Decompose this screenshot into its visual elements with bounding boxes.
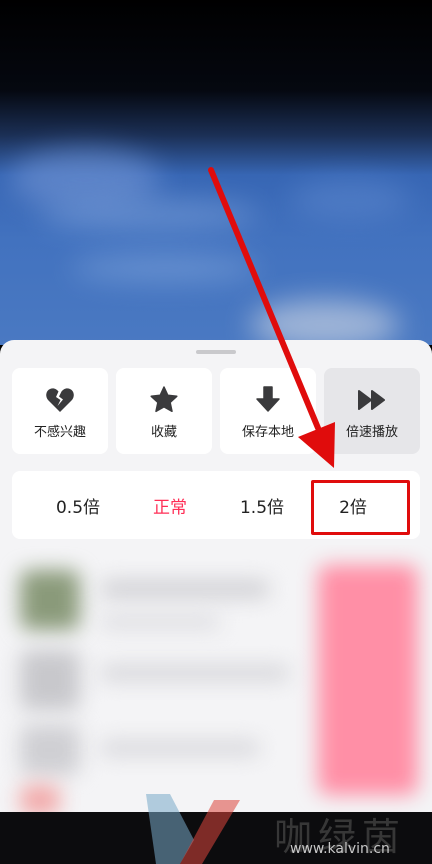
highlight-box <box>311 480 410 535</box>
action-grid: 不感兴趣 收藏 保存本地 倍速播放 <box>12 368 420 454</box>
not-interested-label: 不感兴趣 <box>33 425 86 440</box>
speed-option-normal[interactable]: 正常 <box>124 471 216 539</box>
playback-speed-label: 倍速播放 <box>345 425 398 440</box>
star-icon <box>150 386 178 413</box>
blurred-content-list <box>0 545 432 815</box>
broken-heart-icon <box>46 388 74 412</box>
blurred-shape <box>40 200 260 230</box>
download-arrow-icon <box>256 386 280 412</box>
blurred-shape <box>250 300 400 345</box>
sheet-drag-handle[interactable] <box>196 350 236 354</box>
favorite-button[interactable]: 收藏 <box>116 368 212 454</box>
save-local-button[interactable]: 保存本地 <box>220 368 316 454</box>
favorite-label: 收藏 <box>150 425 177 440</box>
save-local-label: 保存本地 <box>241 425 294 440</box>
watermark-logo <box>146 794 240 864</box>
video-preview-blurred <box>0 0 432 345</box>
blurred-shape <box>290 180 410 220</box>
playback-speed-button[interactable]: 倍速播放 <box>324 368 420 454</box>
not-interested-button[interactable]: 不感兴趣 <box>12 368 108 454</box>
speed-option-1.5x[interactable]: 1.5倍 <box>216 471 308 539</box>
watermark-url: www.kalvin.cn <box>290 841 390 857</box>
speed-option-0.5x[interactable]: 0.5倍 <box>32 471 124 539</box>
fast-forward-icon <box>358 390 385 410</box>
more-options-sheet: 不感兴趣 收藏 保存本地 倍速播放 0.5倍 正常 1.5倍 2倍 <box>0 340 432 864</box>
blurred-shape <box>70 255 260 281</box>
